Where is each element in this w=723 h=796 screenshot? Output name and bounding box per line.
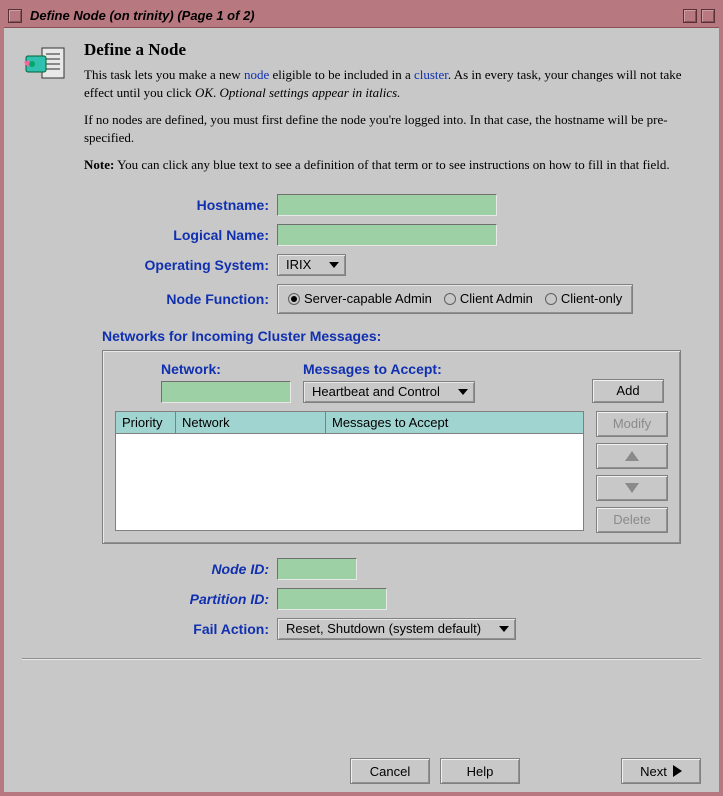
help-label: Help	[467, 764, 494, 779]
desc1-ok: OK	[195, 85, 213, 100]
footer: Cancel Help Next	[4, 758, 719, 792]
fail-action-dropdown[interactable]: Reset, Shutdown (system default)	[277, 618, 516, 640]
content-area: Define a Node This task lets you make a …	[4, 28, 719, 758]
radio-icon	[444, 293, 456, 305]
add-button[interactable]: Add	[592, 379, 664, 403]
label-logical-name[interactable]: Logical Name:	[102, 227, 277, 243]
window-menu-button[interactable]	[8, 9, 22, 23]
window-frame: Define Node (on trinity) (Page 1 of 2) D…	[0, 0, 723, 796]
node-function-radio-group: Server-capable Admin Client Admin Client…	[277, 284, 633, 314]
operating-system-dropdown[interactable]: IRIX	[277, 254, 346, 276]
add-label: Add	[616, 383, 639, 398]
networks-table[interactable]: Priority Network Messages to Accept	[115, 411, 584, 531]
maximize-button[interactable]	[701, 9, 715, 23]
messages-dropdown[interactable]: Heartbeat and Control	[303, 381, 475, 403]
row-node-id: Node ID:	[102, 558, 681, 580]
chevron-down-icon	[499, 626, 509, 632]
radio-client-only[interactable]: Client-only	[545, 291, 622, 306]
table-header: Priority Network Messages to Accept	[116, 412, 583, 434]
networks-group: Network: Messages to Accept: Heartbeat a…	[102, 350, 681, 544]
operating-system-value: IRIX	[286, 257, 311, 272]
label-messages-to-accept[interactable]: Messages to Accept:	[303, 361, 475, 377]
section-networks-label[interactable]: Networks for Incoming Cluster Messages:	[102, 328, 681, 344]
col-messages[interactable]: Messages to Accept	[326, 412, 583, 433]
chevron-down-icon	[458, 389, 468, 395]
next-label: Next	[640, 764, 667, 779]
separator	[22, 658, 701, 660]
row-operating-system: Operating System: IRIX	[102, 254, 681, 276]
label-hostname[interactable]: Hostname:	[102, 197, 277, 213]
radio-client-admin[interactable]: Client Admin	[444, 291, 533, 306]
note-label: Note:	[84, 157, 114, 172]
networks-top-row: Network: Messages to Accept: Heartbeat a…	[115, 361, 668, 403]
arrow-right-icon	[673, 765, 682, 777]
cancel-button[interactable]: Cancel	[350, 758, 430, 784]
next-button[interactable]: Next	[621, 758, 701, 784]
node-id-input[interactable]	[277, 558, 357, 580]
header-text: Define a Node This task lets you make a …	[84, 40, 701, 184]
network-input[interactable]	[161, 381, 291, 403]
desc1-pre: This task lets you make a new	[84, 67, 244, 82]
col-network[interactable]: Network	[176, 412, 326, 433]
radio-label: Client-only	[561, 291, 622, 306]
radio-label: Client Admin	[460, 291, 533, 306]
arrow-up-icon	[625, 451, 639, 461]
help-button[interactable]: Help	[440, 758, 520, 784]
row-node-function: Node Function: Server-capable Admin Clie…	[102, 284, 681, 314]
move-up-button[interactable]	[596, 443, 668, 469]
link-node[interactable]: node	[244, 67, 269, 82]
hostname-input[interactable]	[277, 194, 497, 216]
label-fail-action[interactable]: Fail Action:	[102, 621, 277, 637]
modify-label: Modify	[613, 416, 651, 431]
form-area: Hostname: Logical Name: Operating System…	[22, 194, 701, 648]
desc-paragraph-note: Note: You can click any blue text to see…	[84, 156, 701, 174]
titlebar: Define Node (on trinity) (Page 1 of 2)	[4, 4, 719, 28]
label-network[interactable]: Network:	[161, 361, 291, 377]
desc1-italic: Optional settings appear in italics.	[220, 85, 401, 100]
radio-icon	[545, 293, 557, 305]
row-fail-action: Fail Action: Reset, Shutdown (system def…	[102, 618, 681, 640]
modify-button[interactable]: Modify	[596, 411, 668, 437]
desc-paragraph-2: If no nodes are defined, you must first …	[84, 111, 701, 146]
delete-button[interactable]: Delete	[596, 507, 668, 533]
messages-value: Heartbeat and Control	[312, 384, 440, 399]
radio-label: Server-capable Admin	[304, 291, 432, 306]
note-text: You can click any blue text to see a def…	[114, 157, 669, 172]
fail-action-value: Reset, Shutdown (system default)	[286, 621, 481, 636]
col-priority[interactable]: Priority	[116, 412, 176, 433]
label-node-id[interactable]: Node ID:	[102, 561, 277, 577]
radio-server-capable-admin[interactable]: Server-capable Admin	[288, 291, 432, 306]
row-hostname: Hostname:	[102, 194, 681, 216]
label-operating-system[interactable]: Operating System:	[102, 257, 277, 273]
row-partition-id: Partition ID:	[102, 588, 681, 610]
page-title: Define a Node	[84, 40, 701, 60]
header-row: Define a Node This task lets you make a …	[22, 40, 701, 184]
move-down-button[interactable]	[596, 475, 668, 501]
cancel-label: Cancel	[370, 764, 410, 779]
delete-label: Delete	[613, 512, 651, 527]
partition-id-input[interactable]	[277, 588, 387, 610]
arrow-down-icon	[625, 483, 639, 493]
radio-icon	[288, 293, 300, 305]
logical-name-input[interactable]	[277, 224, 497, 246]
messages-column: Messages to Accept: Heartbeat and Contro…	[303, 361, 475, 403]
side-buttons: Modify Delete	[596, 411, 668, 533]
minimize-button[interactable]	[683, 9, 697, 23]
row-logical-name: Logical Name:	[102, 224, 681, 246]
wizard-icon	[22, 40, 70, 88]
network-column: Network:	[161, 361, 291, 403]
networks-body: Priority Network Messages to Accept Modi…	[115, 411, 668, 533]
label-node-function[interactable]: Node Function:	[102, 291, 277, 307]
window-title: Define Node (on trinity) (Page 1 of 2)	[22, 8, 683, 23]
chevron-down-icon	[329, 262, 339, 268]
add-button-wrap: Add	[592, 379, 668, 403]
label-partition-id[interactable]: Partition ID:	[102, 591, 277, 607]
desc-paragraph-1: This task lets you make a new node eligi…	[84, 66, 701, 101]
desc1-mid: eligible to be included in a	[269, 67, 414, 82]
link-cluster[interactable]: cluster	[414, 67, 448, 82]
